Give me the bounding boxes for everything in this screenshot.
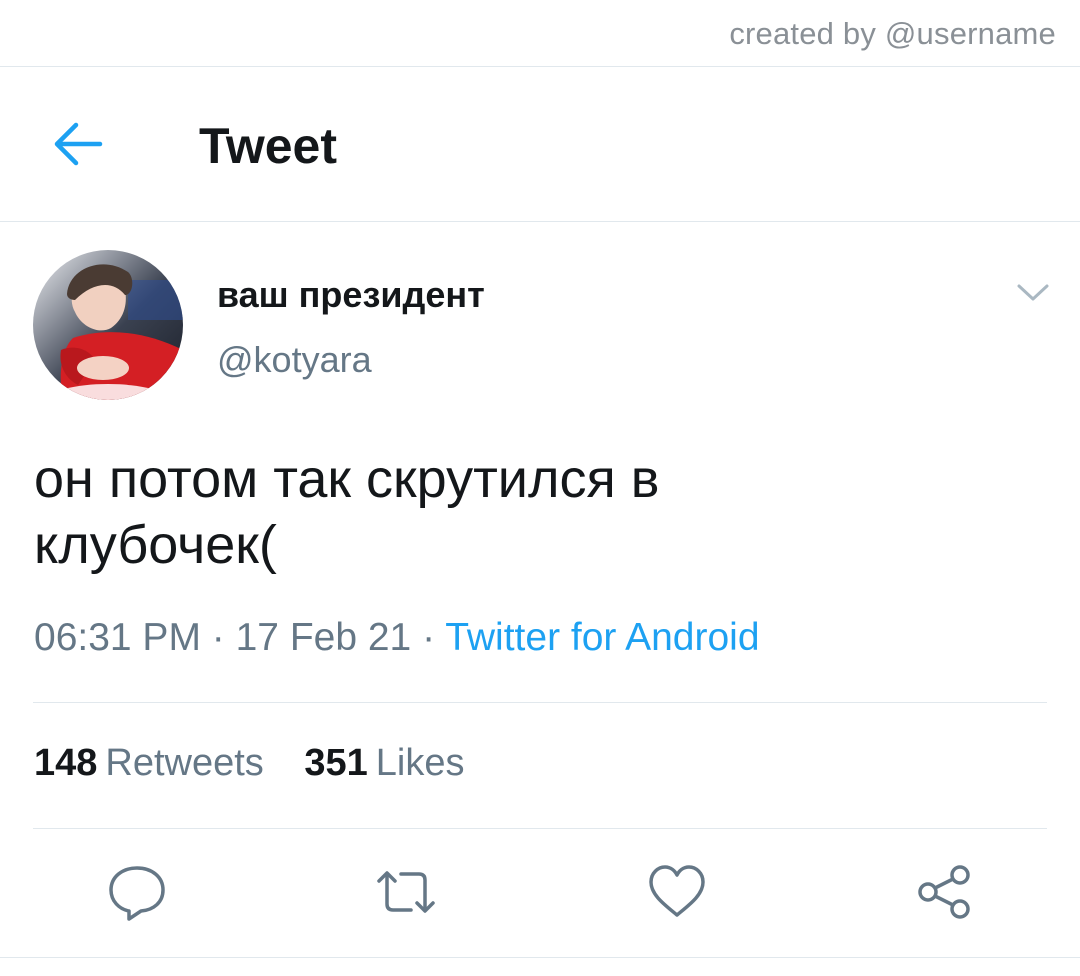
- divider: [33, 828, 1047, 829]
- retweets-count: 148: [34, 742, 98, 784]
- divider: [0, 957, 1080, 958]
- tweet-text: он потом так скрутился в клубочек(: [34, 449, 660, 575]
- tweet-stats: 148 Retweets 351 Likes: [34, 742, 495, 785]
- like-icon[interactable]: [647, 862, 707, 922]
- retweet-icon[interactable]: [374, 862, 435, 922]
- share-icon[interactable]: [914, 862, 974, 922]
- likes-stat[interactable]: 351 Likes: [304, 742, 464, 785]
- chevron-down-icon[interactable]: [1014, 280, 1052, 304]
- retweets-stat[interactable]: 148 Retweets: [34, 742, 264, 785]
- credit-text: created by @username: [729, 16, 1056, 51]
- tweet-time: 06:31 PM: [34, 616, 201, 659]
- meta-separator: ·: [200, 616, 236, 659]
- page-title: Tweet: [199, 118, 337, 174]
- likes-label: Likes: [375, 742, 465, 784]
- user-handle[interactable]: @kotyara: [217, 339, 372, 381]
- credit-bar: created by @username: [0, 0, 1080, 67]
- tweet-source-link[interactable]: Twitter for Android: [445, 616, 759, 659]
- likes-count: 351: [304, 742, 368, 784]
- meta-separator: ·: [411, 616, 446, 659]
- display-name[interactable]: ваш президент: [217, 274, 485, 316]
- retweets-label: Retweets: [105, 742, 264, 784]
- tweet-header: Tweet: [0, 67, 1080, 222]
- avatar[interactable]: [33, 250, 183, 400]
- reply-icon[interactable]: [107, 862, 167, 922]
- divider: [33, 702, 1047, 703]
- tweet-meta: 06:31 PM · 17 Feb 21 · Twitter for Andro…: [34, 616, 760, 660]
- back-arrow-icon[interactable]: [50, 119, 106, 169]
- tweet-date: 17 Feb 21: [235, 616, 412, 659]
